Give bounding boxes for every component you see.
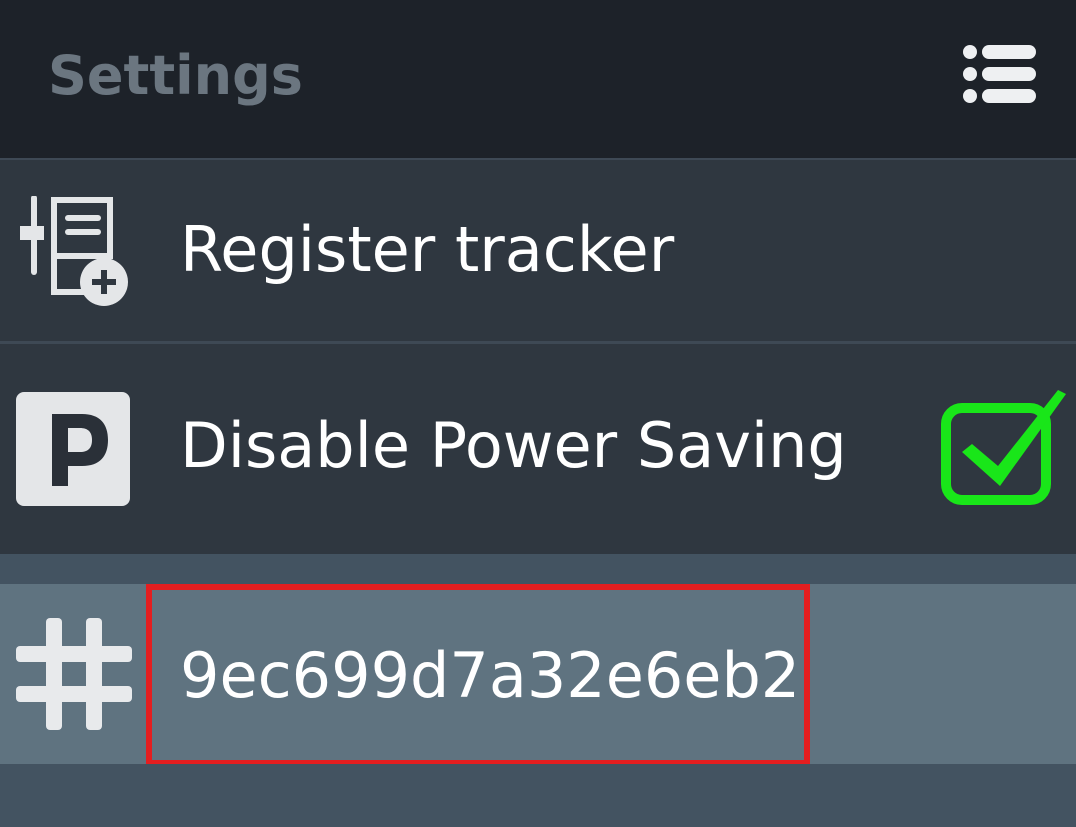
list-menu-icon: [963, 45, 1036, 103]
disable-power-saving-row[interactable]: Disable Power Saving: [0, 344, 1076, 554]
page-title: Settings: [48, 44, 303, 107]
parking-p-icon: [16, 392, 130, 510]
register-tracker-icon: [14, 195, 134, 312]
menu-button[interactable]: [958, 40, 1042, 110]
hash-icon: [16, 618, 132, 734]
app-header: Settings: [0, 0, 1076, 158]
checkbox-checked-icon[interactable]: [940, 388, 1072, 516]
section-gap: [0, 554, 1076, 584]
register-tracker-row[interactable]: Register tracker: [0, 160, 1076, 342]
disable-power-saving-label: Disable Power Saving: [180, 409, 847, 482]
footer-area: [0, 764, 1076, 827]
register-tracker-label: Register tracker: [180, 213, 675, 286]
device-id-value: 9ec699d7a32e6eb2: [180, 639, 801, 712]
device-id-row[interactable]: 9ec699d7a32e6eb2: [0, 584, 1076, 766]
